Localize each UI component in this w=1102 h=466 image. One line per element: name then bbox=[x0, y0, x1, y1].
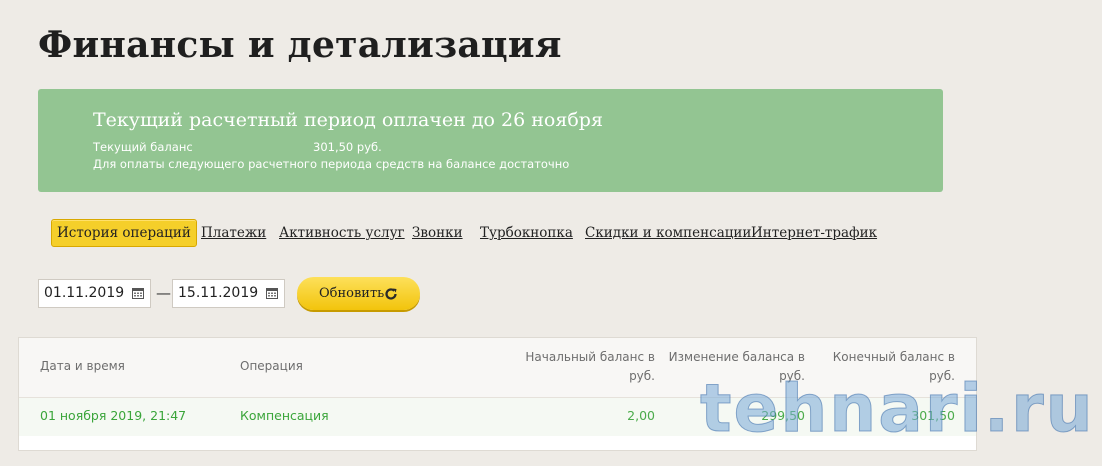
date-to-field[interactable]: 15.11.2019 bbox=[172, 279, 285, 308]
header-end-balance-line2: руб. bbox=[929, 369, 955, 383]
operations-table: Дата и время Операция Начальный баланс в… bbox=[18, 337, 977, 451]
table-header: Дата и время Операция Начальный баланс в… bbox=[19, 338, 976, 398]
refresh-button-label: Обновить bbox=[319, 286, 385, 301]
row-end-balance: 301,50 bbox=[911, 408, 955, 423]
page-title: Финансы и детализация bbox=[38, 24, 562, 66]
tab-calls[interactable]: Звонки bbox=[412, 219, 463, 247]
date-range-separator: — bbox=[156, 284, 171, 302]
calendar-icon[interactable] bbox=[266, 287, 278, 299]
date-to-value: 15.11.2019 bbox=[178, 285, 259, 301]
header-start-balance-line2: руб. bbox=[629, 369, 655, 383]
calendar-icon[interactable] bbox=[132, 287, 144, 299]
refresh-button[interactable]: Обновить bbox=[297, 277, 420, 310]
date-from-field[interactable]: 01.11.2019 bbox=[38, 279, 151, 308]
tab-discounts[interactable]: Скидки и компенсации bbox=[585, 219, 751, 247]
header-change-line1: Изменение баланса в bbox=[668, 350, 805, 364]
header-change-line2: руб. bbox=[779, 369, 805, 383]
balance-value: 301,50 руб. bbox=[313, 140, 382, 154]
tab-service-activity[interactable]: Активность услуг bbox=[279, 219, 405, 247]
banner-note: Для оплаты следующего расчетного периода… bbox=[93, 157, 570, 171]
header-start-balance-line1: Начальный баланс в bbox=[525, 350, 655, 364]
tab-turbo-button[interactable]: Турбокнопка bbox=[480, 219, 573, 247]
payment-status-banner: Текущий расчетный период оплачен до 26 н… bbox=[38, 89, 943, 192]
tab-operations-history[interactable]: История операций bbox=[51, 219, 197, 247]
refresh-icon bbox=[385, 288, 397, 300]
row-start-balance: 2,00 bbox=[627, 408, 655, 423]
banner-headline: Текущий расчетный период оплачен до 26 н… bbox=[93, 109, 603, 131]
tab-internet-traffic[interactable]: Интернет-трафик bbox=[751, 219, 877, 247]
row-change: 299,50 bbox=[761, 408, 805, 423]
row-datetime: 01 ноября 2019, 21:47 bbox=[40, 408, 187, 423]
table-row: 01 ноября 2019, 21:47 Компенсация 2,00 2… bbox=[19, 398, 976, 436]
row-operation: Компенсация bbox=[240, 408, 329, 423]
tab-payments[interactable]: Платежи bbox=[201, 219, 266, 247]
header-operation: Операция bbox=[240, 359, 303, 373]
date-from-value: 01.11.2019 bbox=[44, 285, 125, 301]
header-datetime: Дата и время bbox=[40, 359, 125, 373]
header-end-balance-line1: Конечный баланс в bbox=[832, 350, 955, 364]
balance-label: Текущий баланс bbox=[93, 140, 193, 154]
